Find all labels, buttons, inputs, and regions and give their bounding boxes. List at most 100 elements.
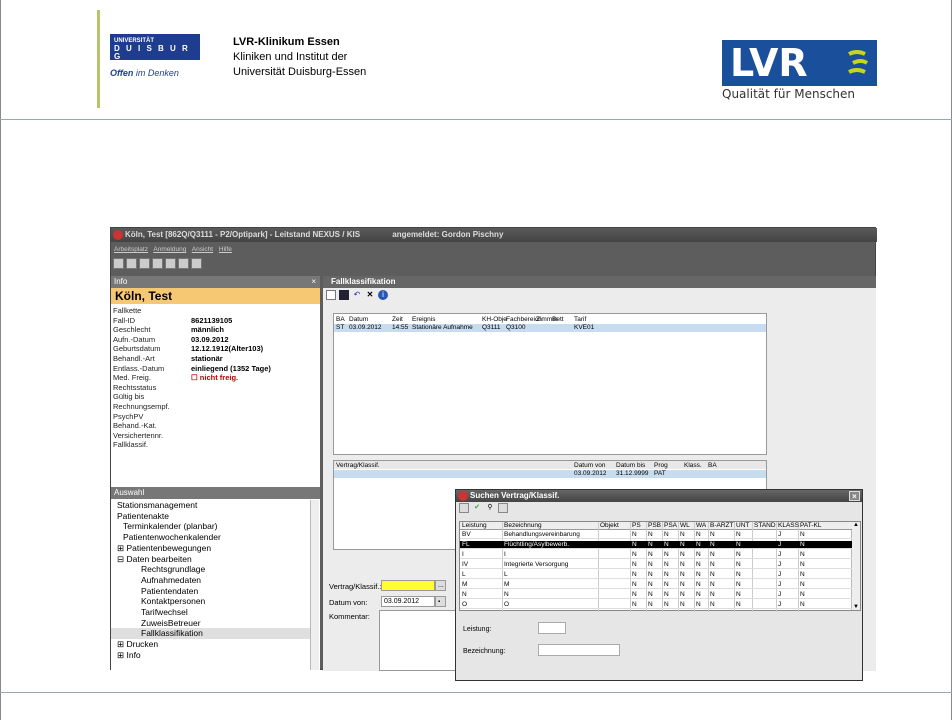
- patient-field-label: Behand.-Kat.: [113, 421, 157, 431]
- tree-item[interactable]: Fallklassifikation: [111, 628, 311, 640]
- dialog-header-cell[interactable]: STAND: [754, 522, 776, 529]
- menu-anmeldung[interactable]: Anmeldung: [153, 246, 186, 253]
- undo-icon[interactable]: ↶: [352, 290, 362, 300]
- dialog-result-cell: N: [664, 531, 669, 538]
- dialog-result-row[interactable]: [460, 601, 852, 609]
- info-icon[interactable]: i: [378, 290, 388, 300]
- datum-von-input[interactable]: 03.09.2012: [381, 596, 435, 607]
- ereignis-grid: BA Datum Zeit Ereignis KH-Obje Fachbereich Zim…: [333, 313, 767, 455]
- patient-field-row: Versichertennr.: [113, 431, 318, 441]
- dialog-result-cell: J: [778, 591, 782, 598]
- tree-item[interactable]: ⊞ Patientenbewegungen: [111, 543, 311, 554]
- apply-icon[interactable]: [459, 503, 469, 513]
- menubar: Arbeitsplatz Anmeldung Ansicht Hilfe: [111, 245, 877, 255]
- binoculars-icon[interactable]: ⚲: [485, 503, 495, 513]
- tree-item[interactable]: Rechtsgrundlage: [111, 564, 311, 575]
- grid2-header-cell[interactable]: Datum bis: [616, 462, 645, 469]
- dialog-result-cell: N: [632, 571, 637, 578]
- grid1-header-cell[interactable]: Tarif: [574, 316, 586, 323]
- dialog-header-cell[interactable]: UNT: [736, 522, 749, 529]
- dialog-result-cell: N: [710, 531, 715, 538]
- scroll-down-icon[interactable]: ▼: [852, 604, 860, 610]
- dialog-result-cell: N: [648, 561, 653, 568]
- tree-item[interactable]: ⊟ Daten bearbeiten: [111, 554, 311, 565]
- toolbar-icon-3[interactable]: [139, 258, 150, 269]
- grid1-header-cell[interactable]: Zeit: [392, 316, 403, 323]
- tree-item[interactable]: Stationsmanagement: [111, 500, 311, 511]
- fallklassifikation-title: Fallklassifikation: [331, 277, 396, 286]
- dialog-result-cell: N: [736, 601, 741, 608]
- new-icon[interactable]: [326, 290, 336, 300]
- toolbar-icon-7[interactable]: [191, 258, 202, 269]
- tree-scrollbar[interactable]: [310, 500, 319, 670]
- tree-item[interactable]: Kontaktpersonen: [111, 596, 311, 607]
- grid1-header-cell[interactable]: KH-Obje: [482, 316, 507, 323]
- grid2-header-cell[interactable]: Datum von: [574, 462, 605, 469]
- dialog-result-row[interactable]: [460, 591, 852, 599]
- scroll-up-icon[interactable]: ▲: [852, 522, 860, 528]
- vertrag-input[interactable]: [381, 580, 435, 591]
- tree-item[interactable]: ⊞ Info: [111, 650, 311, 661]
- menu-arbeitsplatz[interactable]: Arbeitsplatz: [114, 246, 148, 253]
- tree-item[interactable]: Tarifwechsel: [111, 607, 311, 618]
- grid1-header-cell[interactable]: Datum: [349, 316, 368, 323]
- dialog-header-cell[interactable]: Objekt: [600, 522, 619, 529]
- grid2-header-cell[interactable]: BA: [708, 462, 717, 469]
- grid2-row[interactable]: [334, 470, 766, 478]
- toolbar-icon-6[interactable]: [178, 258, 189, 269]
- tree-item[interactable]: Patientenwochenkalender: [111, 532, 311, 543]
- tree-item[interactable]: ZuweisBetreuer: [111, 618, 311, 629]
- delete-icon[interactable]: ✕: [365, 290, 375, 300]
- table-icon[interactable]: [498, 503, 508, 513]
- dialog-header-cell[interactable]: PSB: [648, 522, 661, 529]
- leistung-input[interactable]: [538, 622, 566, 634]
- grid1-header-cell[interactable]: Ereignis: [412, 316, 435, 323]
- patient-field-row: Rechnungsempf.: [113, 402, 318, 412]
- vertrag-lookup-button[interactable]: ...: [435, 580, 446, 591]
- dialog-header-cell[interactable]: WA: [696, 522, 706, 529]
- dialog-header-cell[interactable]: WL: [680, 522, 690, 529]
- dialog-header-cell[interactable]: B-ARZT: [710, 522, 733, 529]
- toolbar-icon-2[interactable]: [126, 258, 137, 269]
- patient-field-value: einliegend (1352 Tage): [191, 363, 271, 373]
- dialog-result-cell: N: [696, 601, 701, 608]
- toolbar-icon-1[interactable]: [113, 258, 124, 269]
- calendar-icon[interactable]: ▪: [435, 596, 446, 607]
- check-icon[interactable]: ✔: [472, 503, 482, 513]
- bezeichnung-input[interactable]: [538, 644, 620, 656]
- dialog-result-row[interactable]: [460, 551, 852, 559]
- dialog-header-cell[interactable]: PS: [632, 522, 641, 529]
- tree-item[interactable]: Aufnahmedaten: [111, 575, 311, 586]
- dialog-result-cell: N: [632, 591, 637, 598]
- tree-item[interactable]: Terminkalender (planbar): [111, 521, 311, 532]
- toolbar-icon-5[interactable]: [165, 258, 176, 269]
- dialog-header-cell[interactable]: Leistung: [462, 522, 487, 529]
- dialog-result-row[interactable]: [460, 571, 852, 579]
- grid1-header-cell[interactable]: BA: [336, 316, 345, 323]
- dialog-result-cell: N: [710, 581, 715, 588]
- patient-field-label: Geschlecht: [113, 325, 151, 335]
- dialog-grid-scrollbar[interactable]: ▲ ▼: [851, 522, 860, 610]
- tree-item[interactable]: ⊞ Drucken: [111, 639, 311, 650]
- dialog-toolbar: ✔ ⚲: [456, 502, 862, 514]
- save-icon[interactable]: [339, 290, 349, 300]
- toolbar-icon-4[interactable]: [152, 258, 163, 269]
- info-close-icon[interactable]: ×: [311, 276, 316, 288]
- dialog-header-cell[interactable]: Bezeichnung: [504, 522, 542, 529]
- menu-ansicht[interactable]: Ansicht: [192, 246, 213, 253]
- uni-slogan: Offen im Denken: [110, 68, 179, 78]
- dialog-result-cell: BV: [462, 531, 471, 538]
- grid2-header-cell[interactable]: Prog: [654, 462, 668, 469]
- dialog-header-cell[interactable]: PSA: [664, 522, 677, 529]
- grid2-header-cell[interactable]: Klass.: [684, 462, 702, 469]
- tree-item[interactable]: Patientenakte: [111, 511, 311, 522]
- tree-item[interactable]: Patientendaten: [111, 586, 311, 597]
- dialog-result-cell: N: [680, 531, 685, 538]
- grid1-header-cell[interactable]: Bett: [552, 316, 564, 323]
- dialog-header-cell[interactable]: KLASS: [778, 522, 799, 529]
- grid2-header-cell[interactable]: Vertrag/Klassif.: [336, 462, 380, 469]
- dialog-result-row[interactable]: [460, 581, 852, 589]
- dialog-close-icon[interactable]: ×: [849, 491, 860, 501]
- dialog-header-cell[interactable]: PAT-KL: [800, 522, 821, 529]
- menu-hilfe[interactable]: Hilfe: [219, 246, 232, 253]
